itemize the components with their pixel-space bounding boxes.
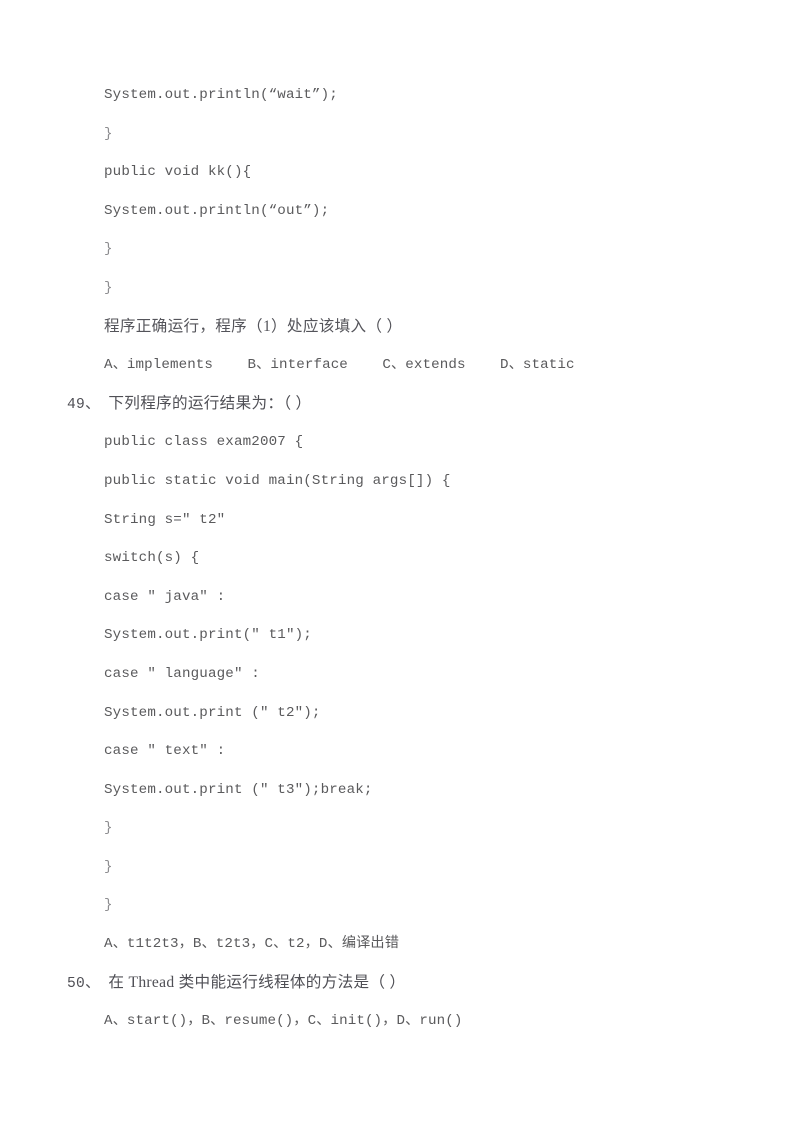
- code-line: System.out.println(“out”);: [104, 202, 330, 219]
- code-line: }: [104, 125, 113, 142]
- code-line: System.out.println(“wait”);: [104, 87, 338, 103]
- code-line: case ″ text″ :: [104, 743, 226, 760]
- code-line: case ″ java″ :: [104, 588, 226, 605]
- code-line: System.out.print(″ t1″);: [104, 627, 312, 644]
- question-heading-50: 50、 在 Thread 类中能运行线程体的方法是（ ）: [0, 964, 800, 1003]
- question-number: 50、: [67, 975, 101, 992]
- code-line: }: [104, 241, 113, 258]
- question-number: 49、: [67, 396, 101, 413]
- code-line: switch(s) {: [104, 550, 200, 567]
- question-prompt: 程序正确运行，程序（1）处应该填入（ ）: [104, 317, 403, 335]
- document-body: System.out.println(“wait”); } public voi…: [0, 76, 800, 1041]
- question-text: 在 Thread 类中能运行线程体的方法是（ ）: [100, 973, 406, 991]
- code-line: }: [104, 279, 113, 296]
- code-line: }: [104, 820, 113, 837]
- answer-options: A、t1t2t3，B、t2t3，C、t2，D、编译出错: [104, 936, 399, 953]
- code-line: case ″ language″ :: [104, 665, 260, 682]
- answer-options: A、start()，B、resume()，C、init()，D、run(): [104, 1013, 463, 1030]
- answer-options: A、implements B、interface C、extends D、sta…: [104, 357, 575, 374]
- question-text: 下列程序的运行结果为：（ ）: [100, 394, 312, 412]
- code-line: System.out.print (″ t2″);: [104, 704, 321, 721]
- question-heading-49: 49、 下列程序的运行结果为：（ ）: [0, 385, 800, 424]
- code-line: }: [104, 897, 113, 914]
- code-line: public class exam2007 {: [104, 434, 304, 451]
- document-page: System.out.println(“wait”); } public voi…: [0, 0, 800, 1132]
- code-line: public void kk(){: [104, 164, 252, 181]
- code-line: String s=″ t2″: [104, 511, 226, 528]
- code-line: System.out.print (″ t3″);break;: [104, 781, 373, 798]
- code-line: public static void main(String args[]) {: [104, 472, 451, 489]
- code-line: }: [104, 858, 113, 875]
